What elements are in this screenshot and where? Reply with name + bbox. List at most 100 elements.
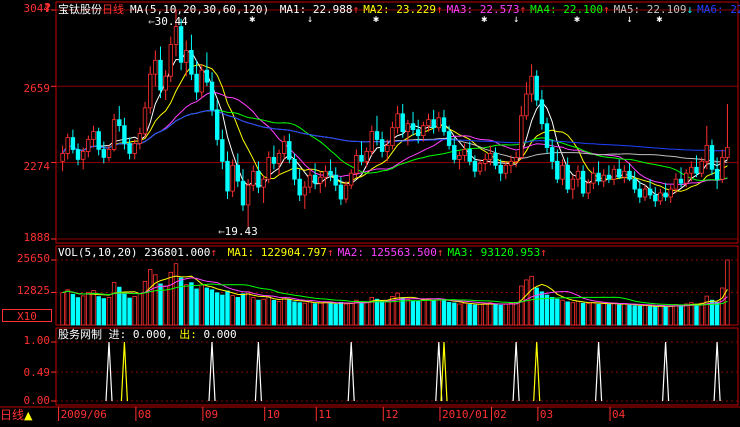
volume-bar	[194, 288, 199, 326]
volume-bar	[555, 298, 560, 326]
candle-body	[333, 174, 338, 186]
volume-bar	[230, 295, 235, 326]
volume-bar	[178, 277, 184, 326]
trend-arrow-icon: ↓	[686, 3, 694, 16]
ma-legend-item: MA1: 22.988	[279, 3, 353, 16]
price-axis-label: 3044	[23, 2, 51, 15]
candle-body	[338, 184, 344, 200]
volume-bar	[560, 299, 565, 326]
date-label: 12	[385, 408, 399, 421]
candle-body	[570, 178, 575, 190]
candle-body	[374, 131, 380, 140]
candle-body	[153, 59, 158, 75]
volume-bar	[498, 304, 503, 326]
volume-bar	[235, 296, 240, 326]
volume-bar	[694, 303, 699, 326]
volume-bar	[214, 292, 220, 326]
candle-body	[678, 178, 684, 184]
volume-bar	[441, 300, 447, 326]
candle-body	[452, 145, 457, 160]
low-annotation: ←19.43	[218, 225, 258, 238]
candle-body	[75, 149, 81, 160]
candle-body	[647, 188, 653, 196]
volume-bar	[627, 304, 632, 326]
volume-bar	[75, 297, 81, 326]
candle-body	[276, 152, 282, 164]
period-switch-button[interactable]: 日线▲	[0, 407, 32, 423]
candle-body	[565, 164, 570, 190]
volume-bar	[534, 287, 539, 326]
volume-bar	[354, 299, 359, 326]
ma-line-20	[62, 91, 728, 186]
ma-legend-item: MA5: 22.109	[613, 3, 687, 16]
candle-body	[632, 178, 637, 190]
volume-bar	[596, 303, 601, 326]
candle-body	[204, 69, 210, 83]
candle-body	[699, 160, 704, 174]
candle-body	[591, 172, 596, 184]
volume-bar	[632, 305, 637, 326]
trend-arrow-icon: ↑	[352, 3, 360, 16]
volume-bar	[106, 296, 112, 326]
volume-bar	[287, 299, 292, 326]
candle-body	[658, 192, 663, 202]
volume-bar	[364, 302, 369, 326]
date-label: 2010/01	[441, 408, 489, 421]
volume-bar	[281, 297, 287, 326]
volume-bar	[467, 304, 472, 326]
candle-body	[312, 174, 318, 184]
period-label[interactable]: 日线	[102, 3, 124, 16]
candle-body	[261, 178, 266, 188]
volume-bar	[271, 299, 277, 326]
candle-body	[534, 75, 539, 101]
candle-body	[96, 131, 101, 150]
candle-body	[297, 178, 302, 196]
ma-line-60	[62, 110, 728, 163]
trend-arrow-icon: ↑	[436, 246, 444, 259]
candle-body	[101, 149, 106, 158]
volume-bar	[663, 306, 668, 326]
candle-body	[111, 119, 117, 150]
candle-body	[328, 170, 333, 176]
candle-body	[235, 164, 240, 182]
volume-bar	[565, 301, 570, 326]
volume-bar	[359, 301, 364, 326]
volume-spec: VOL(5,10,20)	[58, 246, 138, 259]
volume-bar	[60, 292, 65, 326]
candle-body	[575, 170, 581, 180]
date-label: 2009/06	[60, 408, 107, 421]
volume-bar	[658, 305, 663, 326]
volume-bar	[318, 302, 323, 326]
volume-bar	[225, 290, 230, 326]
volume-bar	[622, 303, 627, 326]
volume-bar	[524, 279, 529, 326]
candle-body	[689, 166, 694, 174]
volume-bar	[457, 303, 462, 326]
volume-bar	[343, 303, 349, 326]
volume-bar	[678, 305, 684, 326]
volume-bar	[312, 303, 318, 326]
candle-body	[586, 182, 591, 194]
volume-ma-legend-item: MA2: 125563.500	[337, 246, 437, 259]
volume-bar	[446, 301, 452, 326]
signal-spike	[347, 341, 355, 402]
candle-body	[601, 174, 606, 182]
candle-body	[653, 194, 658, 202]
volume-bar	[81, 295, 86, 326]
candle-body	[426, 119, 431, 126]
volume-bar	[714, 301, 720, 326]
stock-chart[interactable]: ✱ ✱ ✱ ✱ ✱↓ ↓ ↓	[0, 0, 740, 424]
candle-body	[266, 156, 271, 180]
candle-body	[622, 170, 627, 178]
trend-arrow-icon: ↑	[519, 3, 527, 16]
price-axis-label: 2659	[23, 82, 51, 95]
candle-body	[704, 145, 709, 162]
candle-body	[519, 115, 524, 158]
chart-frame	[0, 1, 740, 421]
volume-bar	[256, 299, 261, 326]
candle-body	[178, 26, 184, 63]
signal-spike	[120, 341, 128, 402]
indicator-name[interactable]: 股务网制	[58, 328, 102, 341]
stock-name[interactable]: 宝钛股份	[58, 3, 102, 16]
candle-body	[86, 139, 91, 152]
